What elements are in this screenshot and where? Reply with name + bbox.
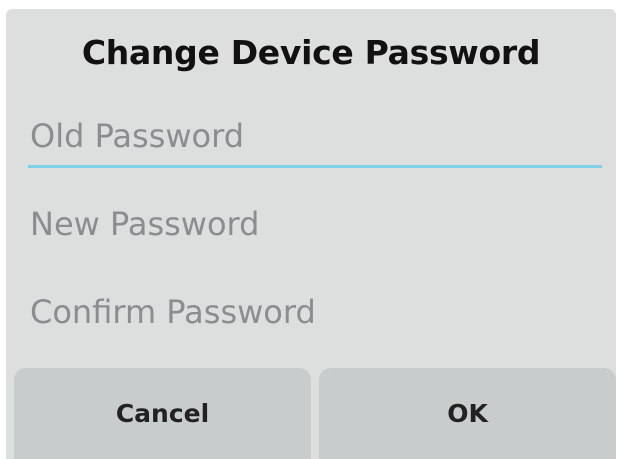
confirm-password-field[interactable]: [28, 283, 602, 341]
cancel-button[interactable]: Cancel: [14, 368, 311, 459]
ok-button[interactable]: OK: [319, 368, 616, 459]
old-password-field[interactable]: [28, 107, 602, 168]
new-password-input[interactable]: [28, 195, 602, 253]
dialog-title: Change Device Password: [81, 33, 541, 72]
old-password-input[interactable]: [28, 107, 602, 165]
confirm-password-input[interactable]: [28, 283, 602, 341]
change-password-dialog: Change Device Password Cancel OK: [6, 9, 616, 459]
new-password-field[interactable]: [28, 195, 602, 253]
